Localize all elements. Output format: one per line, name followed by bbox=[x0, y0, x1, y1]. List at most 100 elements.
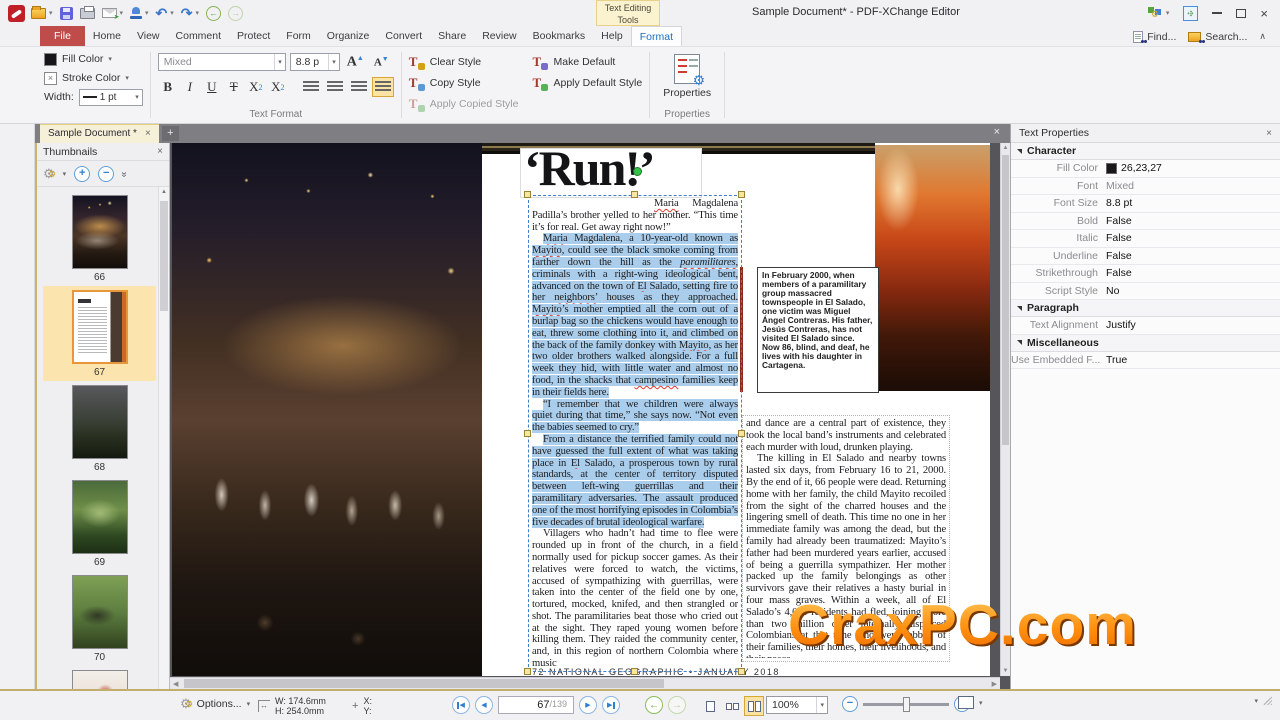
fullscreen-icon[interactable] bbox=[1183, 6, 1198, 21]
tab-view[interactable]: View bbox=[129, 26, 168, 46]
close-tab-icon[interactable]: × bbox=[145, 125, 151, 143]
thumbnail-page-69[interactable]: 69 bbox=[43, 476, 156, 571]
align-center-button[interactable] bbox=[324, 77, 346, 97]
selected-text-box[interactable] bbox=[528, 195, 742, 672]
width-select[interactable]: 1 pt▾ bbox=[79, 89, 143, 106]
resize-handle[interactable] bbox=[631, 668, 638, 675]
resize-handle[interactable] bbox=[631, 191, 638, 198]
page-number-input[interactable]: 67/139 bbox=[498, 696, 574, 714]
single-page-layout-button[interactable] bbox=[700, 696, 720, 716]
last-page-button[interactable]: ▶ bbox=[602, 696, 620, 714]
apply-default-style-button[interactable]: TApply Default Style bbox=[532, 74, 642, 91]
tab-home[interactable]: Home bbox=[85, 26, 129, 46]
property-value[interactable]: True bbox=[1106, 354, 1127, 366]
thumbnail-page-67[interactable]: 67 bbox=[43, 286, 156, 381]
scroll-up-icon[interactable]: ▲ bbox=[159, 187, 169, 198]
chevron-down-icon[interactable]: ▾ bbox=[196, 9, 200, 17]
chevron-down-icon[interactable]: ▾ bbox=[63, 170, 67, 178]
scrollbar-thumb[interactable] bbox=[160, 201, 168, 311]
chevron-down-icon[interactable]: ▾ bbox=[49, 9, 53, 17]
text-node-handle[interactable] bbox=[633, 167, 642, 176]
properties-section-paragraph[interactable]: Paragraph bbox=[1011, 300, 1280, 317]
resize-handle[interactable] bbox=[524, 191, 531, 198]
tab-form[interactable]: Form bbox=[278, 26, 319, 46]
property-row-italic[interactable]: ItalicFalse bbox=[1011, 230, 1280, 248]
zoom-in-thumbnails-button[interactable]: + bbox=[74, 166, 90, 182]
search-button[interactable]: Search... bbox=[1188, 31, 1247, 43]
minimize-button[interactable] bbox=[1212, 12, 1222, 14]
scrollbar-thumb[interactable] bbox=[1002, 155, 1009, 445]
close-panel-icon[interactable]: × bbox=[157, 146, 163, 157]
find-button[interactable]: Find... bbox=[1133, 31, 1176, 43]
thumbnail-page-66[interactable]: 66 bbox=[43, 191, 156, 286]
property-value[interactable]: Mixed bbox=[1106, 180, 1134, 192]
property-value[interactable]: No bbox=[1106, 285, 1119, 297]
print-icon[interactable] bbox=[80, 8, 95, 19]
new-tab-button[interactable]: + bbox=[162, 126, 179, 141]
fill-color-button[interactable]: Fill Color▾ bbox=[44, 51, 143, 67]
save-icon[interactable] bbox=[60, 7, 73, 20]
previous-view-button[interactable]: ← bbox=[645, 696, 663, 714]
redo-icon[interactable]: ↷ bbox=[181, 7, 193, 19]
zoom-out-thumbnails-button[interactable]: − bbox=[98, 166, 114, 182]
property-row-bold[interactable]: BoldFalse bbox=[1011, 213, 1280, 231]
chevron-down-icon[interactable]: ▾ bbox=[120, 9, 124, 17]
undo-icon[interactable]: ↶ bbox=[156, 7, 168, 19]
zoom-out-button[interactable]: − bbox=[842, 696, 858, 712]
close-button[interactable]: × bbox=[1260, 7, 1268, 20]
zoom-slider[interactable] bbox=[863, 703, 949, 706]
copy-style-button[interactable]: TCopy Style bbox=[409, 74, 519, 91]
property-value[interactable]: 26,23,27 bbox=[1106, 162, 1162, 174]
font-name-select[interactable]: Mixed▾ bbox=[158, 53, 286, 71]
page-thumbnail-image[interactable] bbox=[72, 670, 128, 689]
tab-comment[interactable]: Comment bbox=[168, 26, 230, 46]
options-button[interactable]: ⚙ Options...▾ bbox=[180, 696, 250, 712]
photo-caption-frame[interactable]: In February 2000, when members of a para… bbox=[757, 267, 879, 393]
close-panel-icon[interactable]: × bbox=[1266, 128, 1272, 139]
chevron-down-icon[interactable]: ▾ bbox=[1254, 697, 1258, 705]
chevron-down-icon[interactable]: ▾ bbox=[135, 93, 139, 101]
resize-handle[interactable] bbox=[738, 668, 745, 675]
email-icon[interactable] bbox=[102, 8, 117, 18]
clear-style-button[interactable]: TClear Style bbox=[409, 53, 519, 70]
chevron-down-icon[interactable]: ▾ bbox=[125, 74, 129, 82]
fit-page-icon[interactable] bbox=[958, 696, 974, 709]
italic-button[interactable]: I bbox=[180, 77, 200, 97]
maximize-button[interactable] bbox=[1236, 9, 1246, 18]
continuous-layout-button[interactable] bbox=[722, 696, 742, 716]
chevron-down-icon[interactable]: ▾ bbox=[816, 697, 827, 713]
scroll-left-icon[interactable]: ◀ bbox=[173, 680, 178, 688]
property-row-font[interactable]: FontMixed bbox=[1011, 178, 1280, 196]
stroke-color-button[interactable]: ×Stroke Color▾ bbox=[44, 70, 143, 86]
zoom-level-select[interactable]: 100%▾ bbox=[766, 696, 828, 714]
tab-help[interactable]: Help bbox=[593, 26, 631, 46]
properties-section-miscellaneous[interactable]: Miscellaneous bbox=[1011, 335, 1280, 352]
page-thumbnail-image[interactable] bbox=[72, 290, 128, 364]
page-thumbnail-image[interactable] bbox=[72, 575, 128, 649]
strikethrough-button[interactable]: T bbox=[224, 77, 244, 97]
tab-organize[interactable]: Organize bbox=[319, 26, 378, 46]
property-value[interactable]: False bbox=[1106, 215, 1132, 227]
tab-bookmarks[interactable]: Bookmarks bbox=[525, 26, 594, 46]
close-document-icon[interactable]: × bbox=[994, 124, 1010, 143]
bold-button[interactable]: B bbox=[158, 77, 178, 97]
scroll-right-icon[interactable]: ▶ bbox=[992, 680, 997, 688]
property-row-font-size[interactable]: Font Size8.8 pt bbox=[1011, 195, 1280, 213]
property-value[interactable]: False bbox=[1106, 267, 1132, 279]
align-left-button[interactable] bbox=[300, 77, 322, 97]
collapse-ribbon-icon[interactable]: ∧ bbox=[1259, 31, 1266, 42]
ui-layout-icon[interactable] bbox=[1148, 7, 1162, 19]
font-size-select[interactable]: 8.8 p▾ bbox=[290, 53, 340, 71]
chevron-down-icon[interactable]: ▾ bbox=[979, 699, 983, 707]
make-default-button[interactable]: TMake Default bbox=[532, 53, 642, 70]
previous-page-button[interactable]: ◀ bbox=[475, 696, 493, 714]
thumbnail-page-70[interactable]: 70 bbox=[43, 571, 156, 666]
tab-share[interactable]: Share bbox=[430, 26, 474, 46]
resize-handle[interactable] bbox=[524, 430, 531, 437]
shrink-font-button[interactable]: A▼ bbox=[371, 55, 392, 69]
page-thumbnail-image[interactable] bbox=[72, 385, 128, 459]
property-row-strikethrough[interactable]: StrikethroughFalse bbox=[1011, 265, 1280, 283]
property-row-fill-color[interactable]: Fill Color26,23,27 bbox=[1011, 160, 1280, 178]
chevron-down-icon[interactable]: ▾ bbox=[170, 9, 174, 17]
gear-icon[interactable]: ⚙ bbox=[43, 166, 55, 182]
